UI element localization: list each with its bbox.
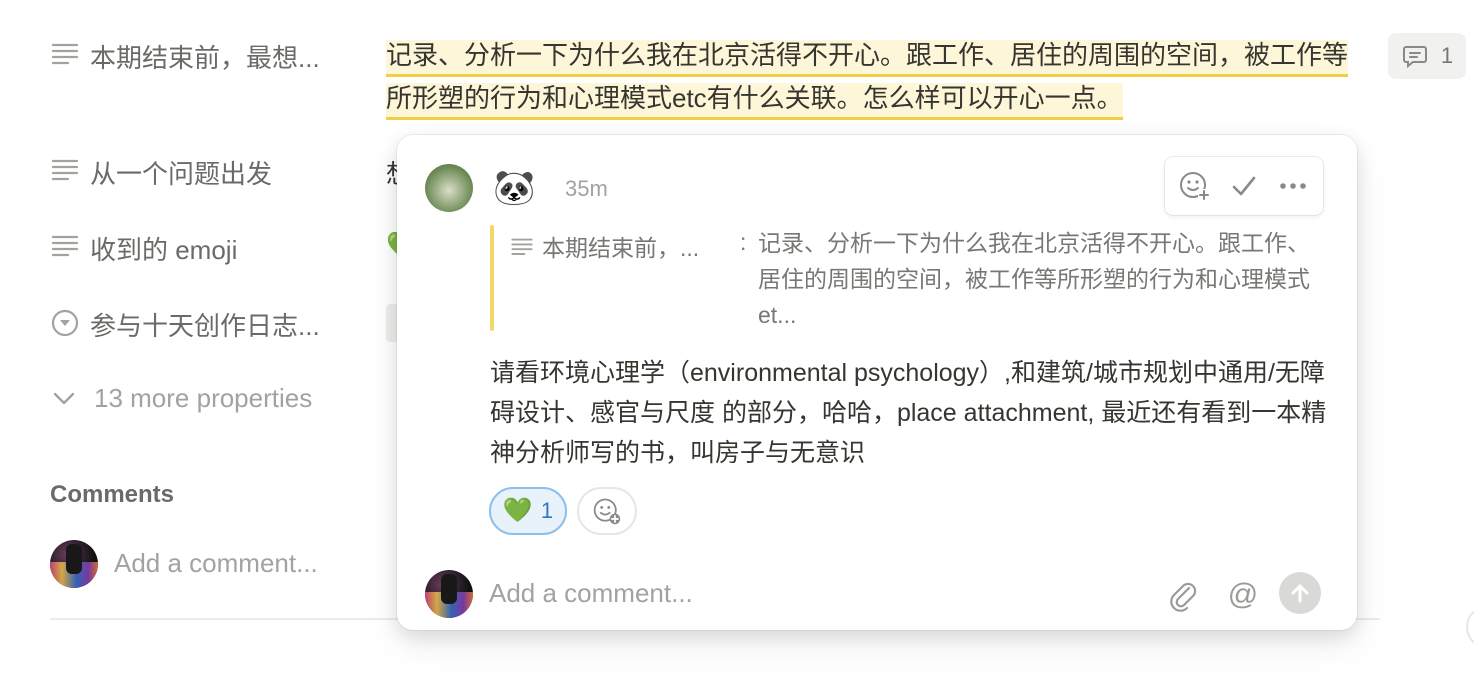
property-name-emoji[interactable]: 收到的 emoji: [90, 230, 237, 267]
highlighted-text: 记录、分析一下为什么我在北京活得不开心。跟工作、居住的周围的空间，被工作等所形塑…: [386, 40, 1349, 120]
comment-count-button[interactable]: 1: [1388, 33, 1466, 79]
at-icon: @: [1227, 578, 1259, 611]
select-circle-icon: [51, 309, 79, 337]
attach-button[interactable]: [1165, 575, 1201, 615]
reply-avatar: [425, 570, 473, 618]
more-options-button[interactable]: [1274, 167, 1312, 205]
property-name-goal[interactable]: 本期结束前，最想...: [90, 38, 320, 75]
property-name-question[interactable]: 从一个问题出发: [90, 154, 272, 191]
text-lines-icon: [51, 159, 79, 181]
add-reaction-button[interactable]: [1176, 167, 1214, 205]
resolve-button[interactable]: [1225, 167, 1263, 205]
avatar: [50, 540, 98, 588]
add-reaction-icon: [1180, 172, 1211, 201]
chevron-down-icon: [53, 392, 75, 405]
text-lines-icon: [51, 235, 79, 257]
comment-timestamp[interactable]: 35m: [565, 176, 608, 202]
quote-text: 记录、分析一下为什么我在北京活得不开心。跟工作、居住的周围的空间，被工作等所形塑…: [758, 230, 1310, 328]
comment-action-bar: [1165, 157, 1323, 215]
reaction-emoji: 💚: [502, 497, 533, 524]
author-avatar[interactable]: [425, 164, 473, 212]
send-button[interactable]: [1279, 572, 1321, 614]
more-horizontal-icon: [1279, 183, 1306, 189]
add-reaction-chip[interactable]: [577, 487, 637, 535]
more-properties-label: 13 more properties: [94, 382, 313, 413]
paperclip-icon: [1170, 582, 1197, 612]
reaction-count: 1: [540, 498, 554, 523]
reaction-chip[interactable]: 💚 1: [489, 487, 567, 535]
quote-separator: :: [740, 229, 747, 255]
text-lines-icon: [51, 43, 79, 65]
quote-bar: [490, 225, 494, 331]
quote-property: 本期结束前，...: [510, 229, 699, 263]
comment-bubble-icon: [1402, 46, 1427, 69]
arrow-up-icon: [1291, 584, 1309, 603]
quote-property-name: 本期结束前，...: [542, 235, 700, 261]
more-properties-toggle[interactable]: 13 more properties: [50, 380, 312, 416]
mention-button[interactable]: @: [1223, 575, 1263, 615]
text-lines-icon: [511, 238, 533, 255]
add-reaction-icon: [593, 498, 621, 525]
property-name-diary[interactable]: 参与十天创作日志...: [90, 306, 320, 343]
comments-heading: Comments: [50, 481, 175, 508]
author-name-emoji[interactable]: 🐼: [493, 164, 535, 212]
quoted-context[interactable]: 本期结束前，... : 记录、分析一下为什么我在北京活得不开心。跟工作、居住的周…: [490, 225, 1320, 331]
comment-thread-popup: 🐼 35m 本期结束前，...: 记录、分析一下为什么我在北京活得不开心。跟工…: [397, 135, 1357, 630]
add-comment-input[interactable]: Add a comment...: [114, 548, 318, 579]
property-value-goal-highlighted[interactable]: 记录、分析一下为什么我在北京活得不开心。跟工作、居住的周围的空间，被工作等所形塑…: [386, 34, 1366, 120]
reply-input[interactable]: Add a comment...: [489, 578, 693, 609]
comment-body: 请看环境心理学（environmental psychology）,和建筑/城市…: [490, 359, 1327, 467]
resolve-check-icon: [1232, 176, 1256, 196]
comment-count: 1: [1440, 43, 1454, 68]
floating-button-edge[interactable]: [1466, 605, 1474, 649]
